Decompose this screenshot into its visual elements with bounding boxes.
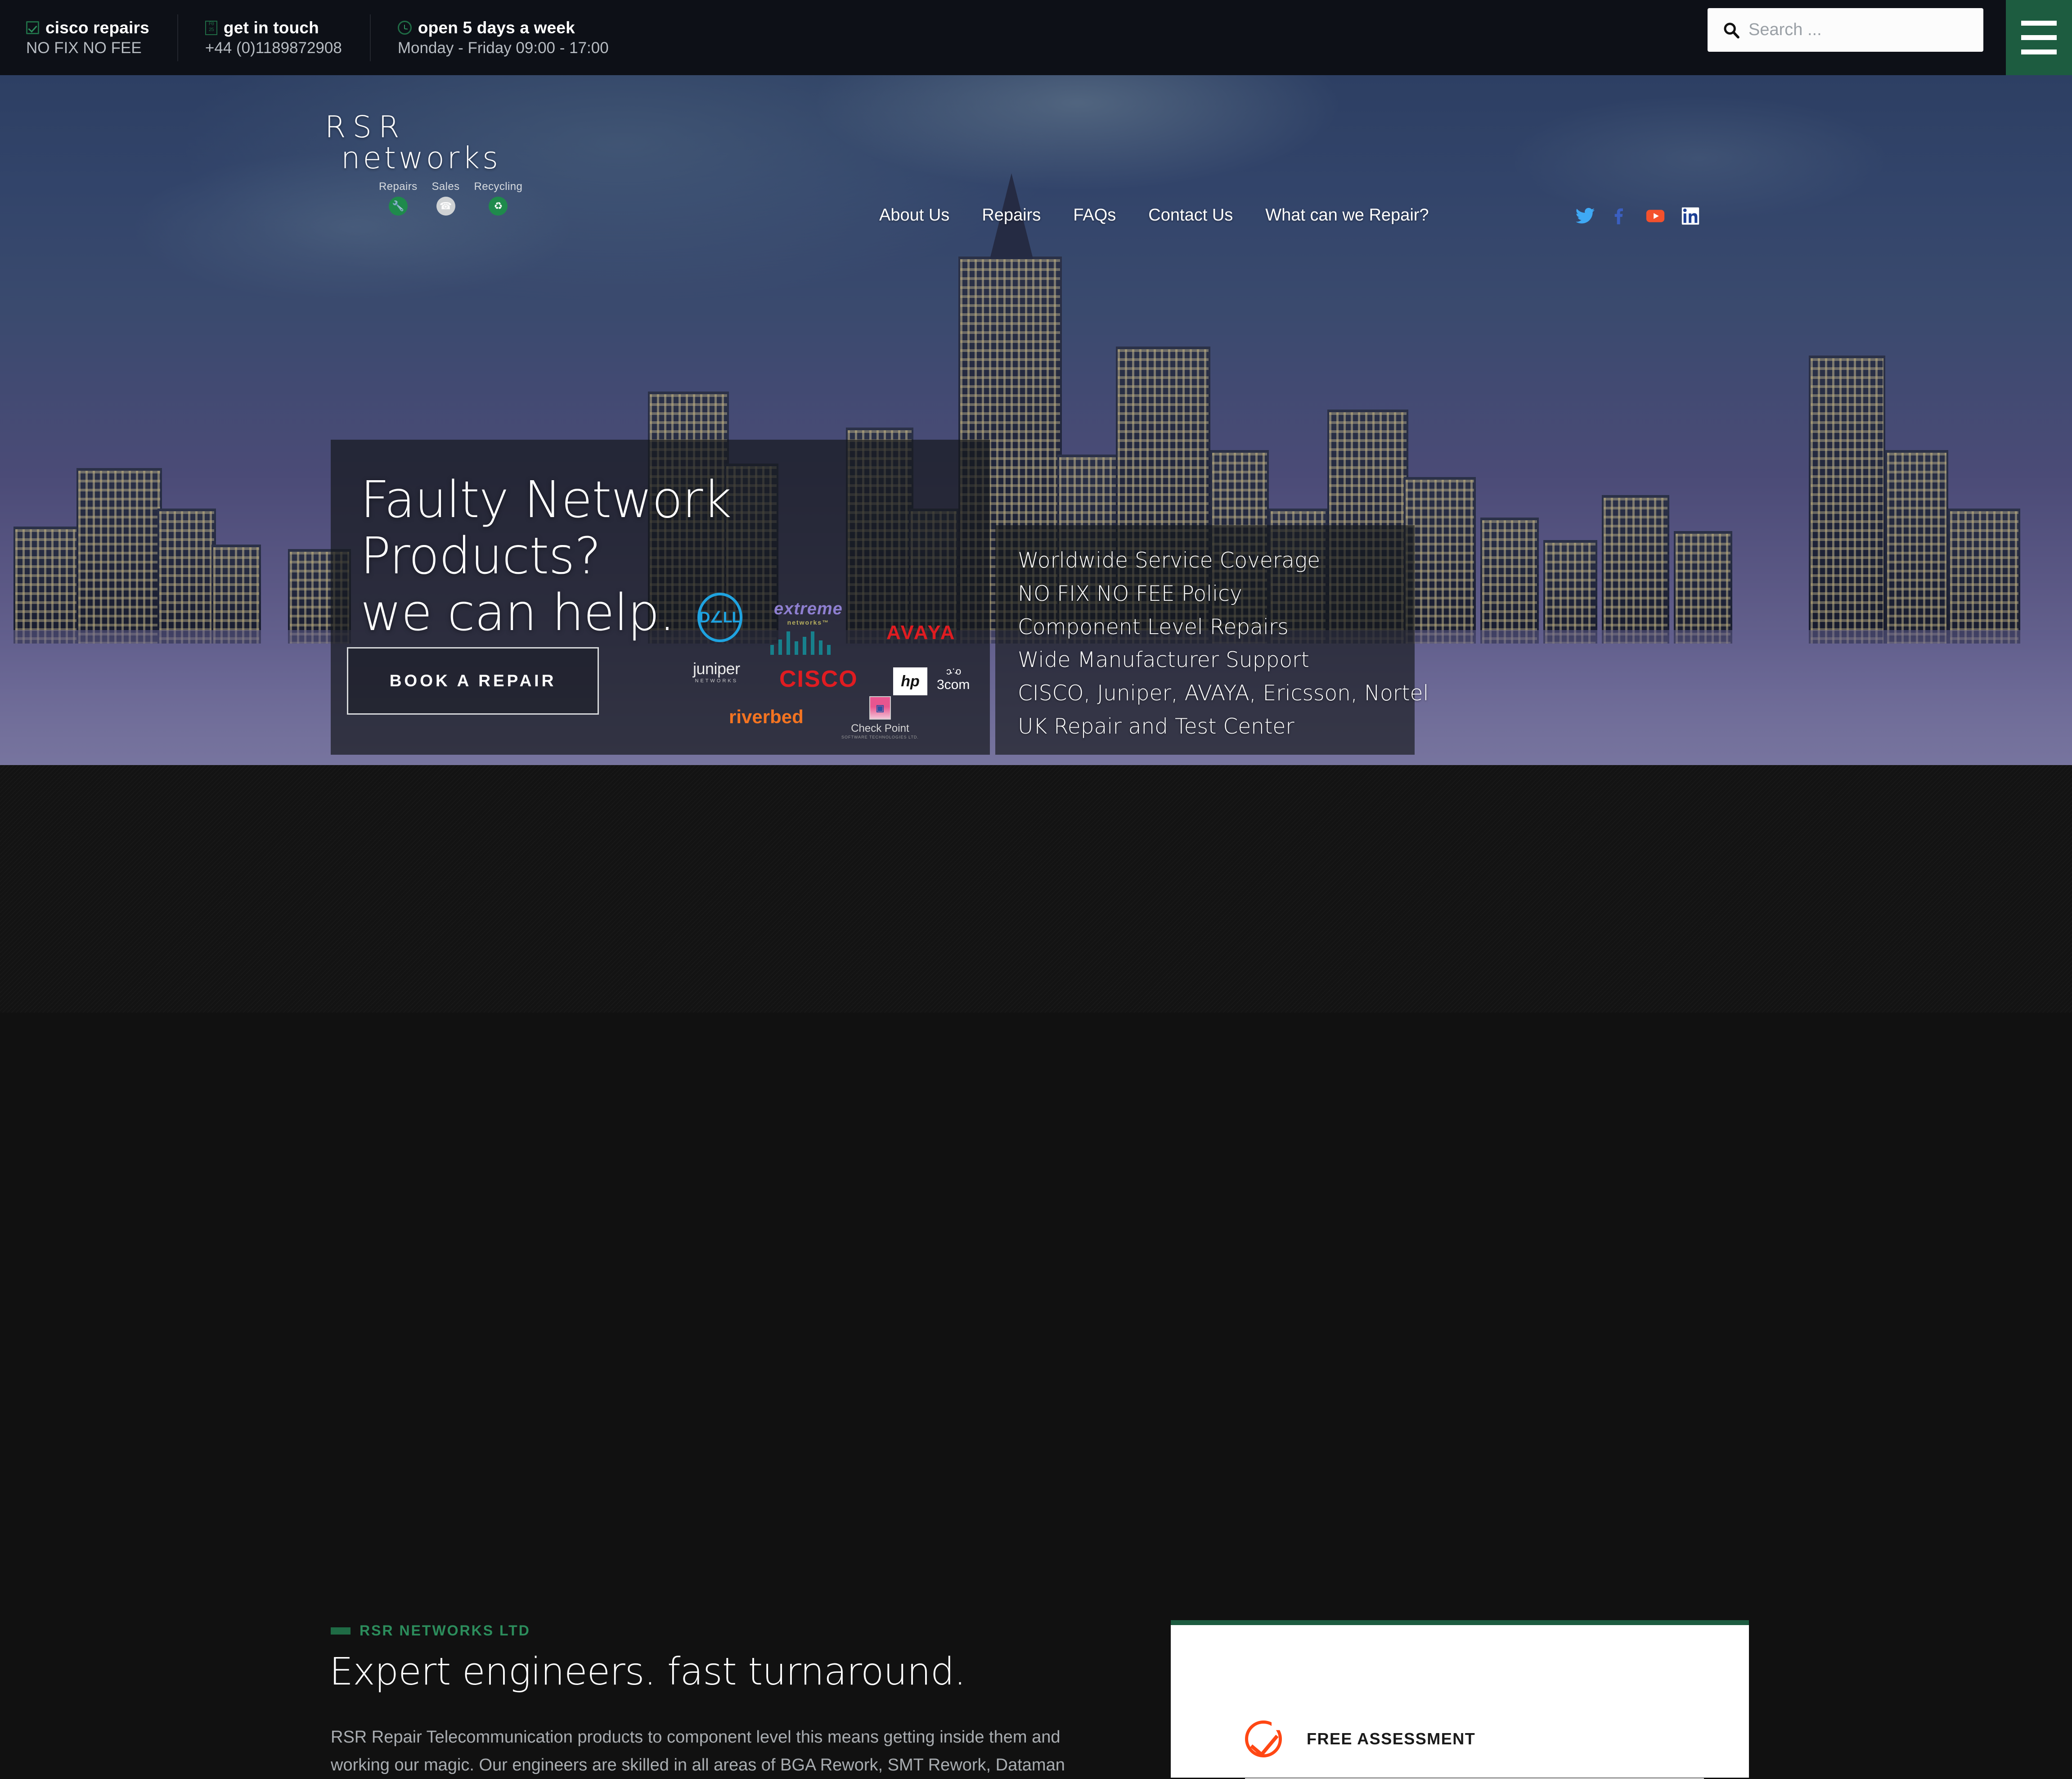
free-assessment-label: FREE ASSESSMENT <box>1307 1729 1476 1748</box>
extreme-networks-tagline: networks™ <box>787 619 830 626</box>
checkbox-check-icon <box>26 21 39 34</box>
youtube-icon[interactable] <box>1645 206 1666 226</box>
hero-benefit-item: CISCO, Juniper, AVAYA, Ericsson, Nortel <box>1018 681 1429 706</box>
nav-item-faqs[interactable]: FAQs <box>1057 206 1132 225</box>
topbar-item-get-in-touch: F0 25 get in touch +44 (0)1189872908 <box>177 11 370 65</box>
hero-banner: RSR networks Repairs 🔧 Sales ☎ Recycling… <box>0 75 2072 765</box>
hamburger-bar <box>2021 35 2057 40</box>
topbar-item-title: open 5 days a week <box>418 18 575 37</box>
3com-swirl-icon: ɔ∴ο <box>946 666 961 677</box>
checkpoint-tagline: SOFTWARE TECHNOLOGIES LTD. <box>841 735 919 739</box>
topbar-item-cisco-repairs: cisco repairs NO FIX NO FEE <box>26 11 177 65</box>
logo-line-1: RSR <box>325 109 406 144</box>
free-assessment-row: FREE ASSESSMENT <box>1245 1720 1475 1757</box>
section-heading: Expert engineers. fast turnaround. <box>329 1649 966 1693</box>
riverbed-logo: riverbed <box>729 706 804 727</box>
topbar-item-title: get in touch <box>223 18 319 37</box>
missing-glyph-icon: F0 25 <box>205 20 217 35</box>
logo-service-label: Recycling <box>474 180 523 193</box>
hero-heading-line-1: Faulty Network Products? <box>360 471 732 586</box>
3com-wordmark: 3com <box>937 677 970 692</box>
clock-icon <box>397 21 412 35</box>
top-utility-bar: cisco repairs NO FIX NO FEE F0 25 get in … <box>0 0 2072 75</box>
juniper-logo: juniper NETWORKS <box>693 659 740 684</box>
topbar-item-heading: cisco repairs <box>26 19 149 36</box>
facebook-icon[interactable] <box>1610 206 1631 226</box>
dell-logo: D∠LL <box>697 593 742 642</box>
nav-item-what-can-we-repair[interactable]: What can we Repair? <box>1249 206 1445 225</box>
twitter-icon[interactable] <box>1575 206 1596 226</box>
checkpoint-wordmark: Check Point <box>851 722 909 734</box>
intro-section: RSR NETWORKS LTD Expert engineers. fast … <box>0 765 2072 1779</box>
hero-benefits-list: Worldwide Service Coverage NO FIX NO FEE… <box>1018 544 1429 743</box>
checkpoint-mark-icon: ▣ <box>869 696 891 720</box>
site-logo[interactable]: RSR networks Repairs 🔧 Sales ☎ Recycling… <box>325 112 581 216</box>
checkpoint-logo: ▣ Check Point SOFTWARE TECHNOLOGIES LTD. <box>841 696 919 739</box>
nav-item-repairs[interactable]: Repairs <box>966 206 1057 225</box>
juniper-wordmark: juniper <box>693 659 740 678</box>
hamburger-bar <box>2021 50 2057 54</box>
hero-benefit-item: Component Level Repairs <box>1018 614 1289 640</box>
hero-benefit-item: Worldwide Service Coverage <box>1018 548 1321 573</box>
circle-check-icon <box>1245 1720 1282 1757</box>
eyebrow-accent-bar-icon <box>331 1627 351 1635</box>
topbar-info-list: cisco repairs NO FIX NO FEE F0 25 get in … <box>0 11 637 65</box>
hamburger-bar <box>2021 21 2057 26</box>
hero-benefit-item: NO FIX NO FEE Policy <box>1018 581 1242 606</box>
search-icon <box>1724 22 1739 38</box>
logo-service-label: Repairs <box>379 180 418 193</box>
topbar-phone-number: +44 (0)1189872908 <box>205 39 342 57</box>
hamburger-menu-icon[interactable] <box>2006 0 2072 75</box>
free-assessment-card: FREE ASSESSMENT <box>1171 1620 1749 1779</box>
eyebrow-label: RSR NETWORKS LTD <box>360 1622 530 1639</box>
hero-benefit-item: UK Repair and Test Center <box>1018 714 1294 739</box>
hp-logo: hp <box>893 667 927 695</box>
nav-item-contact-us[interactable]: Contact Us <box>1132 206 1249 225</box>
topbar-opening-hours: Monday - Friday 09:00 - 17:00 <box>397 39 609 57</box>
topbar-item-subtitle: NO FIX NO FEE <box>26 39 142 57</box>
avaya-logo: AVAYA <box>886 622 956 644</box>
logo-service-recycling: Recycling ♻ <box>474 180 523 216</box>
extreme-networks-wordmark: extreme <box>774 599 843 618</box>
topbar-item-opening-hours: open 5 days a week Monday - Friday 09:00… <box>369 11 637 65</box>
hero-benefit-item: Wide Manufacturer Support <box>1018 648 1309 673</box>
topbar-item-heading: open 5 days a week <box>397 18 609 37</box>
wrench-icon: 🔧 <box>388 196 408 216</box>
recycle-icon: ♻ <box>489 196 508 216</box>
logo-line-2: networks <box>341 140 501 176</box>
search-box[interactable] <box>1708 8 1983 52</box>
logo-service-repairs: Repairs 🔧 <box>379 180 418 216</box>
cisco-bars-icon <box>770 631 831 655</box>
logo-service-sales: Sales ☎ <box>432 180 460 216</box>
section-eyebrow: RSR NETWORKS LTD <box>331 1622 530 1639</box>
logo-service-list: Repairs 🔧 Sales ☎ Recycling ♻ <box>379 180 581 216</box>
book-a-repair-button[interactable]: BOOK A REPAIR <box>347 647 599 715</box>
cisco-logo: CISCO <box>779 666 858 692</box>
main-navigation: About Us Repairs FAQs Contact Us What ca… <box>863 206 1445 225</box>
logo-service-label: Sales <box>431 180 460 193</box>
phone-icon: ☎ <box>436 196 455 216</box>
nav-item-about-us[interactable]: About Us <box>863 206 966 225</box>
3com-logo: ɔ∴ο 3com <box>937 666 970 693</box>
topbar-item-title: cisco repairs <box>45 18 149 37</box>
juniper-tagline: NETWORKS <box>695 678 738 684</box>
social-links <box>1575 206 1701 226</box>
manufacturer-logo-cluster: D∠LL extreme networks™ AVAYA juniper NET… <box>688 588 1017 741</box>
linkedin-icon[interactable] <box>1680 206 1701 226</box>
section-paragraph: RSR Repair Telecommunication products to… <box>331 1728 1065 1774</box>
topbar-item-heading: F0 25 get in touch <box>205 19 342 36</box>
extreme-networks-logo: extreme networks™ <box>774 599 843 626</box>
search-input[interactable] <box>1748 8 1974 52</box>
hero-benefits-panel: Worldwide Service Coverage NO FIX NO FEE… <box>995 525 1429 755</box>
